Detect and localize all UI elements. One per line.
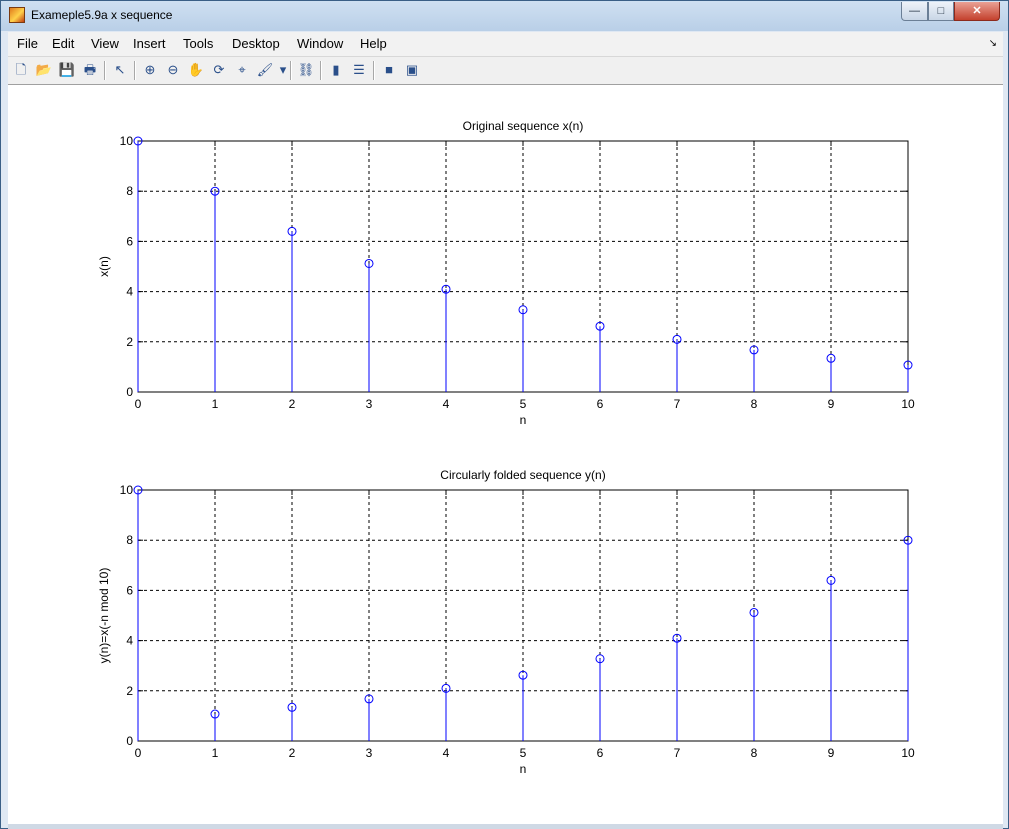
window-title: Exameple5.9a x sequence <box>31 8 173 22</box>
toolbar-separator <box>320 61 322 80</box>
window-bottom-edge <box>8 824 1003 829</box>
y-axis-label: y(n)=x(-n mod 10) <box>97 568 111 664</box>
maximize-button[interactable]: □ <box>928 2 954 21</box>
x-axis-label: n <box>520 762 527 776</box>
edit-plot-arrow-icon[interactable]: ↖ <box>110 60 130 80</box>
figure-toolbar: 🗋 📂 💾 🖶 ↖ ⊕ ⊖ ✋ ⟳ ⌖ 🖌 ▾ ⛓ ▮ ☰ ■ ▣ <box>8 57 1003 85</box>
toolbar-separator <box>373 61 375 80</box>
print-icon[interactable]: 🖶 <box>80 60 100 80</box>
plot-area: 0 1 2 3 4 5 6 7 8 9 100246810Original sequence x(n… <box>97 119 915 776</box>
toolbar-separator <box>290 61 292 80</box>
x-tick-label: 1 <box>212 397 219 411</box>
legend-icon[interactable]: ☰ <box>349 60 369 80</box>
open-file-icon[interactable]: 📂 <box>34 60 54 80</box>
brush-icon[interactable]: 🖌 <box>255 60 275 80</box>
x-tick-label: 2 <box>289 397 296 411</box>
toolbar-separator <box>104 61 106 80</box>
y-tick-label: 2 <box>126 684 133 698</box>
x-tick-label: 6 <box>597 746 604 760</box>
pan-hand-icon[interactable]: ✋ <box>186 60 206 80</box>
hide-plot-tools-icon[interactable]: ■ <box>379 60 399 80</box>
figure-canvas: 0 1 2 3 4 5 6 7 8 9 10 0 2 4 6 8 10 Original sequence x(n… <box>8 85 1003 824</box>
menu-edit[interactable]: Edit <box>52 36 74 51</box>
x-axis-label: n <box>520 413 527 427</box>
x-tick-label: 7 <box>674 397 681 411</box>
x-tick-label: 10 <box>901 397 915 411</box>
menu-help[interactable]: Help <box>360 36 387 51</box>
x-tick-label: 3 <box>366 746 373 760</box>
menu-view[interactable]: View <box>91 36 119 51</box>
figure-window: Exameple5.9a x sequence — □ ✕ File Edit … <box>0 0 1009 829</box>
zoom-out-icon[interactable]: ⊖ <box>163 60 183 80</box>
colorbar-icon[interactable]: ▮ <box>326 60 346 80</box>
x-tick-label: 8 <box>751 746 758 760</box>
save-icon[interactable]: 💾 <box>57 60 77 80</box>
menu-desktop[interactable]: Desktop <box>232 36 280 51</box>
y-axis-label: x(n) <box>97 256 111 277</box>
menu-bar: File Edit View Insert Tools Desktop Wind… <box>8 32 1003 57</box>
matlab-app-icon[interactable] <box>9 7 25 23</box>
show-plot-tools-icon[interactable]: ▣ <box>402 60 422 80</box>
x-tick-label: 0 <box>135 746 142 760</box>
menu-tools[interactable]: Tools <box>183 36 213 51</box>
new-figure-icon[interactable]: 🗋 <box>11 60 31 80</box>
x-tick-label: 4 <box>443 397 450 411</box>
zoom-in-icon[interactable]: ⊕ <box>140 60 160 80</box>
chart-title: Circularly folded sequence y(n) <box>440 468 605 482</box>
y-tick-label: 10 <box>120 134 134 148</box>
x-tick-label: 5 <box>520 746 527 760</box>
menu-file[interactable]: File <box>17 36 38 51</box>
x-tick-label: 2 <box>289 746 296 760</box>
axes-1: 0 1 2 3 4 5 6 7 8 9 10 0 2 4 6 8 10 Original sequence x(n… <box>97 119 915 427</box>
x-tick-label: 3 <box>366 397 373 411</box>
y-tick-label: 2 <box>126 335 133 349</box>
chart-title: Original sequence x(n) <box>463 119 584 133</box>
menu-insert[interactable]: Insert <box>133 36 166 51</box>
x-tick-label: 5 <box>520 397 527 411</box>
toolbar-separator <box>134 61 136 80</box>
menu-window[interactable]: Window <box>297 36 343 51</box>
x-tick-label: 6 <box>597 397 604 411</box>
x-tick-label: 9 <box>828 397 835 411</box>
rotate-3d-icon[interactable]: ⟳ <box>209 60 229 80</box>
link-plot-icon[interactable]: ⛓ <box>296 60 316 80</box>
axes-2: 0 1 2 3 4 5 6 7 8 9 10 0 2 4 6 8 10 Circularly folded seq… <box>97 468 915 776</box>
y-tick-label: 4 <box>126 285 133 299</box>
y-tick-label: 8 <box>126 533 133 547</box>
x-tick-label: 7 <box>674 746 681 760</box>
x-tick-label: 8 <box>751 397 758 411</box>
brush-dropdown-icon[interactable]: ▾ <box>278 60 288 80</box>
close-button[interactable]: ✕ <box>954 2 1000 21</box>
y-tick-label: 0 <box>126 734 133 748</box>
y-tick-label: 4 <box>126 634 133 648</box>
y-tick-label: 8 <box>126 184 133 198</box>
x-tick-label: 4 <box>443 746 450 760</box>
y-tick-label: 6 <box>126 234 133 248</box>
data-cursor-icon[interactable]: ⌖ <box>232 60 252 80</box>
y-tick-label: 6 <box>126 583 133 597</box>
x-tick-label: 9 <box>828 746 835 760</box>
minimize-button[interactable]: — <box>901 2 928 21</box>
x-tick-label: 0 <box>135 397 142 411</box>
y-tick-label: 10 <box>120 483 134 497</box>
y-tick-label: 0 <box>126 385 133 399</box>
x-tick-label: 1 <box>212 746 219 760</box>
dock-arrow-icon[interactable]: ↘ <box>989 38 997 49</box>
title-bar[interactable]: Exameple5.9a x sequence — □ ✕ <box>1 1 1008 31</box>
x-tick-label: 10 <box>901 746 915 760</box>
